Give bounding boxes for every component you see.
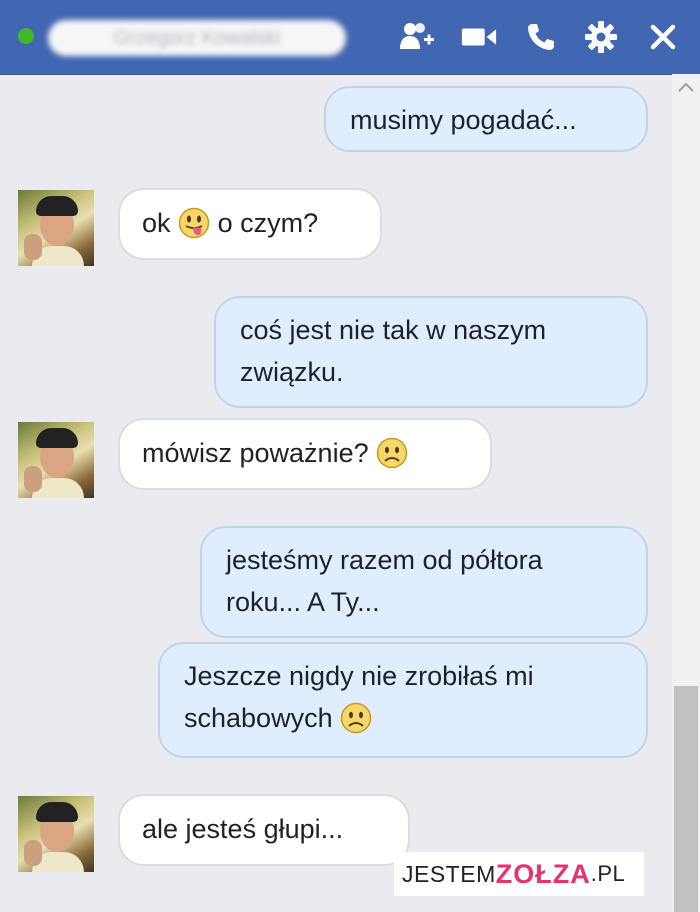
message-text: o czym? bbox=[217, 208, 319, 238]
message-outgoing: jesteśmy razem od półtora roku... A Ty..… bbox=[200, 526, 648, 638]
message-outgoing: coś jest nie tak w naszym związku. bbox=[214, 296, 648, 408]
avatar[interactable] bbox=[18, 190, 94, 266]
frown-emoji-icon bbox=[376, 437, 408, 469]
frown-emoji-icon bbox=[340, 702, 372, 734]
message-text: jesteśmy razem od półtora roku... A Ty..… bbox=[226, 545, 543, 617]
scroll-up-arrow-icon[interactable] bbox=[676, 80, 696, 94]
message-outgoing: musimy pogadać... bbox=[324, 86, 648, 152]
message-incoming: mówisz poważnie? bbox=[118, 418, 492, 490]
scrollbar[interactable] bbox=[672, 74, 700, 912]
message-incoming: ale jesteś głupi... bbox=[118, 794, 410, 866]
scroll-thumb[interactable] bbox=[674, 686, 698, 912]
gear-icon[interactable] bbox=[582, 18, 620, 56]
phone-icon[interactable] bbox=[522, 18, 560, 56]
video-camera-icon[interactable] bbox=[460, 18, 498, 56]
message-incoming: ok o czym? bbox=[118, 188, 382, 260]
online-status-icon bbox=[18, 28, 34, 44]
message-text: ok bbox=[142, 208, 171, 238]
avatar[interactable] bbox=[18, 796, 94, 872]
message-text: ale jesteś głupi... bbox=[142, 814, 344, 844]
tongue-out-emoji-icon bbox=[178, 207, 210, 239]
message-text: coś jest nie tak w naszym związku. bbox=[240, 315, 547, 387]
message-outgoing: Jeszcze nigdy nie zrobiłaś mi schabowych bbox=[158, 642, 648, 758]
add-person-icon[interactable] bbox=[398, 18, 436, 56]
contact-name[interactable]: Grzegorz Kowalski bbox=[48, 20, 346, 56]
watermark-logo: JESTEM ZOŁZA .PL bbox=[394, 852, 644, 896]
message-text: mówisz poważnie? bbox=[142, 438, 369, 468]
avatar[interactable] bbox=[18, 422, 94, 498]
close-icon[interactable] bbox=[644, 18, 682, 56]
message-text: musimy pogadać... bbox=[350, 105, 577, 135]
chat-header: Grzegorz Kowalski bbox=[0, 0, 700, 75]
